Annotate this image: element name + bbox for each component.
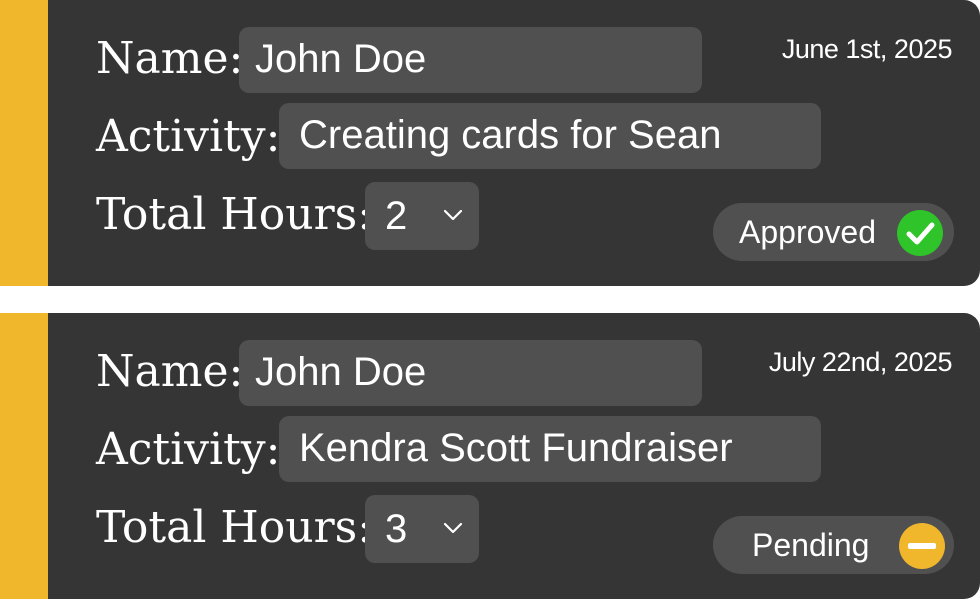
status-badge: Pending <box>713 516 954 574</box>
hours-value: 3 <box>385 507 408 551</box>
chevron-down-icon <box>443 522 463 534</box>
total-hours-label: Total Hours: <box>96 502 373 553</box>
check-circle-icon <box>897 210 943 256</box>
name-field[interactable]: John Doe <box>239 340 702 406</box>
status-label: Pending <box>752 527 870 563</box>
status-badge: Approved <box>713 203 954 261</box>
activity-field[interactable]: Creating cards for Sean <box>279 103 821 169</box>
name-label: Name: <box>96 33 244 84</box>
total-hours-label: Total Hours: <box>96 189 373 240</box>
name-field[interactable]: John Doe <box>239 27 702 93</box>
minus-circle-icon <box>899 523 945 569</box>
entry-card: Name: John Doe Activity: Creating cards … <box>0 0 980 286</box>
chevron-down-icon <box>443 209 463 221</box>
entry-date: June 1st, 2025 <box>781 34 953 64</box>
activity-label: Activity: <box>96 424 281 475</box>
accent-bar <box>0 0 48 286</box>
hours-select[interactable]: 2 <box>365 182 479 250</box>
entry-date: July 22nd, 2025 <box>768 347 953 377</box>
hours-value: 2 <box>385 194 408 238</box>
status-label: Approved <box>739 214 876 250</box>
name-label: Name: <box>96 346 244 397</box>
activity-label: Activity: <box>96 111 281 162</box>
hours-select[interactable]: 3 <box>365 495 479 563</box>
accent-bar <box>0 313 48 599</box>
activity-field[interactable]: Kendra Scott Fundraiser <box>279 416 821 482</box>
entry-card: Name: John Doe Activity: Kendra Scott Fu… <box>0 313 980 599</box>
